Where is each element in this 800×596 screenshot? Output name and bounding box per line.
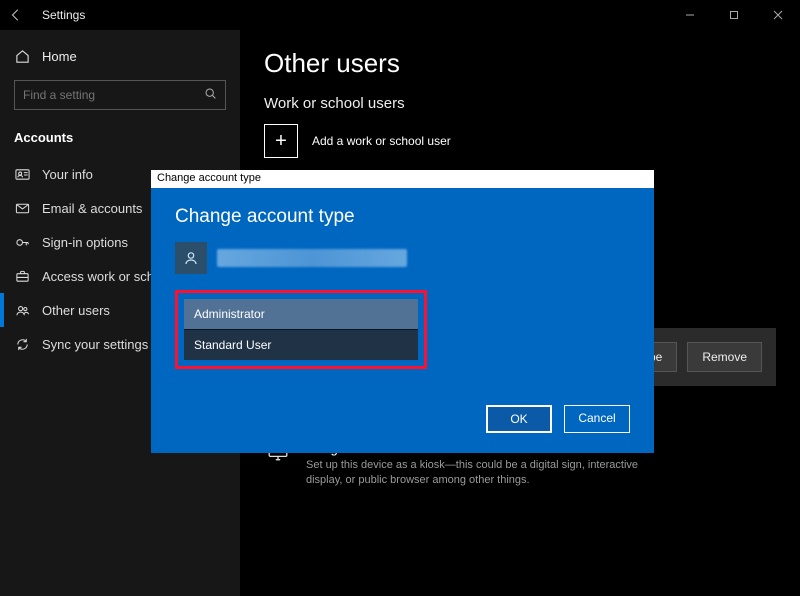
back-button[interactable] — [0, 0, 32, 30]
user-name-redacted — [217, 249, 407, 267]
change-account-type-dialog: Change account type Change account type … — [151, 170, 654, 453]
kiosk-description: Set up this device as a kiosk—this could… — [306, 458, 666, 489]
page-title: Other users — [264, 48, 776, 79]
dialog-heading: Change account type — [175, 206, 630, 228]
home-icon — [14, 48, 30, 64]
account-type-dropdown[interactable]: Administrator Standard User — [175, 290, 427, 369]
dialog-buttons: OK Cancel — [175, 405, 630, 433]
cancel-button[interactable]: Cancel — [564, 405, 630, 433]
person-icon — [175, 242, 207, 274]
dialog-titlebar: Change account type — [151, 170, 654, 188]
work-school-heading: Work or school users — [264, 95, 776, 112]
dialog-user — [175, 242, 630, 274]
remove-button[interactable]: Remove — [687, 342, 762, 372]
settings-window: Settings Home Accounts — [0, 0, 800, 596]
briefcase-icon — [14, 268, 30, 284]
search-icon — [204, 87, 217, 103]
sidebar-search[interactable] — [14, 80, 226, 110]
close-button[interactable] — [756, 0, 800, 30]
people-icon — [14, 302, 30, 318]
mail-icon — [14, 200, 30, 216]
dropdown-option-administrator[interactable]: Administrator — [184, 299, 418, 329]
sidebar-home-label: Home — [42, 49, 77, 64]
search-input[interactable] — [23, 88, 204, 102]
sidebar-item-label: Email & accounts — [42, 201, 142, 216]
sync-icon — [14, 336, 30, 352]
person-badge-icon — [14, 166, 30, 182]
dialog-body: Change account type Administrator Standa… — [151, 188, 654, 453]
plus-icon: + — [264, 124, 298, 158]
sidebar-item-label: Your info — [42, 167, 93, 182]
maximize-button[interactable] — [712, 0, 756, 30]
titlebar: Settings — [0, 0, 800, 30]
add-work-school-user[interactable]: + Add a work or school user — [264, 124, 776, 158]
sidebar-home[interactable]: Home — [0, 40, 240, 72]
ok-button[interactable]: OK — [486, 405, 552, 433]
window-controls — [668, 0, 800, 30]
window-title: Settings — [42, 8, 85, 22]
add-work-school-label: Add a work or school user — [312, 134, 451, 148]
sidebar-item-label: Sign-in options — [42, 235, 128, 250]
sidebar-item-label: Sync your settings — [42, 337, 148, 352]
sidebar-section-accounts: Accounts — [0, 124, 240, 157]
key-icon — [14, 234, 30, 250]
sidebar-item-label: Other users — [42, 303, 110, 318]
minimize-button[interactable] — [668, 0, 712, 30]
dropdown-option-standard-user[interactable]: Standard User — [184, 329, 418, 360]
